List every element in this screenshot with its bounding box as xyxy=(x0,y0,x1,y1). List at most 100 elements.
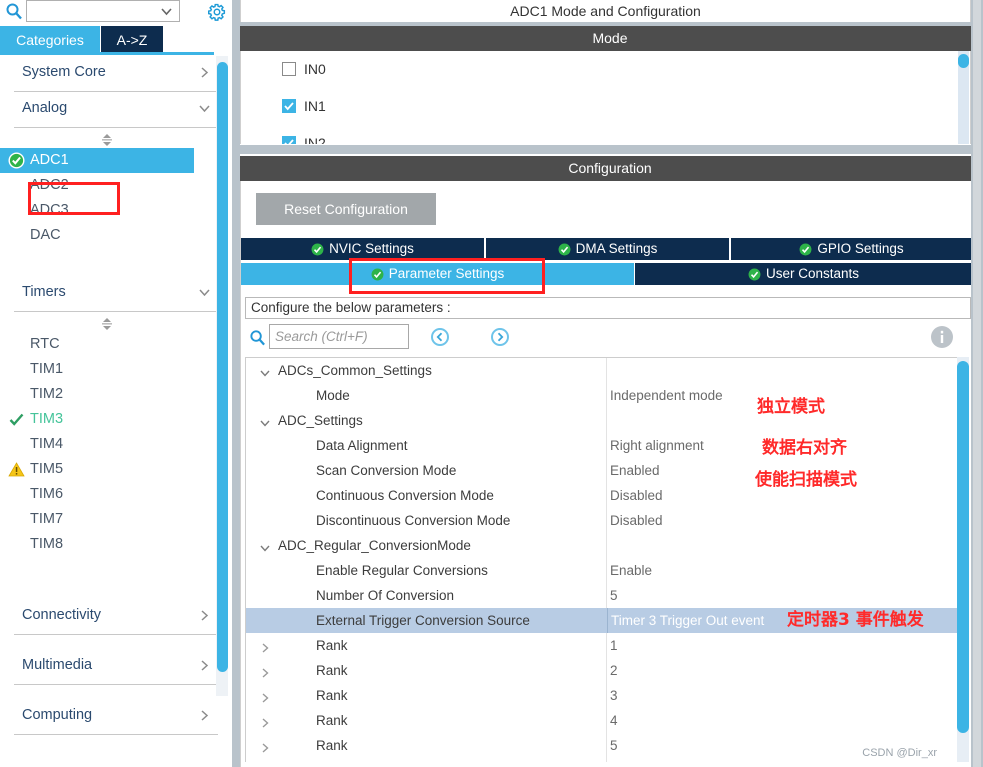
chevron-right-icon[interactable] xyxy=(197,658,212,673)
right-edge-scrollbar[interactable] xyxy=(973,0,981,767)
chevron-down-icon[interactable] xyxy=(258,538,272,552)
table-row[interactable]: Mode Independent mode xyxy=(246,383,961,408)
tab-nvic-settings[interactable]: NVIC Settings xyxy=(241,238,485,260)
tab-a-to-z[interactable]: A->Z xyxy=(101,26,163,54)
sidebar-item-tim1[interactable]: TIM1 xyxy=(0,357,232,382)
parameter-name: Rank xyxy=(316,738,348,753)
parameter-tree: ADCs_Common_Settings Mode Independent mo… xyxy=(245,357,961,762)
sidebar-item-dac[interactable]: DAC xyxy=(0,223,232,248)
sidebar-item-tim7[interactable]: TIM7 xyxy=(0,507,232,532)
sidebar-item-tim2[interactable]: TIM2 xyxy=(0,382,232,407)
checkbox-in0[interactable] xyxy=(282,62,296,76)
sidebar-group-analog[interactable]: Analog xyxy=(14,92,218,128)
sidebar-item-tim3[interactable]: TIM3 xyxy=(0,407,232,432)
reset-configuration-button[interactable]: Reset Configuration xyxy=(256,193,436,225)
table-row[interactable]: Rank 3 xyxy=(246,683,961,708)
channel-row-in1[interactable]: IN1 xyxy=(241,88,970,125)
chevron-right-icon[interactable] xyxy=(197,608,212,623)
table-row[interactable]: ADC_Injected_ConversionMode xyxy=(246,758,961,762)
parameter-name: Rank xyxy=(316,638,348,653)
parameter-scrollbar-thumb[interactable] xyxy=(957,361,969,733)
scroll-spinner-timers[interactable] xyxy=(0,318,232,332)
chevron-right-icon[interactable] xyxy=(197,65,212,80)
chevron-right-icon[interactable] xyxy=(258,738,272,753)
chevron-down-icon[interactable] xyxy=(197,285,212,300)
info-icon[interactable] xyxy=(930,325,954,349)
sidebar-group-timers[interactable]: Timers xyxy=(14,276,218,312)
chevron-down-icon[interactable] xyxy=(258,413,272,427)
chevron-right-icon[interactable] xyxy=(197,708,212,723)
group-label: Connectivity xyxy=(22,607,101,623)
parameter-value[interactable]: 1 xyxy=(607,633,958,658)
sidebar-group-computing[interactable]: Computing xyxy=(14,699,218,735)
checkbox-in1[interactable] xyxy=(282,99,296,113)
table-row[interactable]: Discontinuous Conversion Mode Disabled xyxy=(246,508,961,533)
sidebar-item-tim5[interactable]: TIM5 xyxy=(0,457,232,482)
green-check-circle-icon xyxy=(311,241,324,263)
chevron-right-icon[interactable] xyxy=(258,638,272,653)
sidebar-item-label: TIM6 xyxy=(30,486,64,502)
checkbox-in2[interactable] xyxy=(282,136,296,144)
sidebar-search-input[interactable] xyxy=(26,0,180,22)
chevron-down-icon[interactable] xyxy=(258,363,272,377)
scroll-spinner-analog[interactable] xyxy=(0,134,232,148)
table-row[interactable]: Enable Regular Conversions Enable xyxy=(246,558,961,583)
parameter-search-input[interactable]: Search (Ctrl+F) xyxy=(269,324,409,349)
table-row[interactable]: ADCs_Common_Settings xyxy=(246,358,961,383)
group-label: System Core xyxy=(22,64,106,80)
chevron-down-icon[interactable] xyxy=(160,5,173,18)
sidebar-group-connectivity[interactable]: Connectivity xyxy=(14,599,218,635)
sidebar-item-tim4[interactable]: TIM4 xyxy=(0,432,232,457)
mode-section-header: Mode xyxy=(240,26,980,51)
tab-categories[interactable]: Categories xyxy=(0,26,100,54)
sidebar-item-tim8[interactable]: TIM8 xyxy=(0,532,232,557)
tab-dma-settings[interactable]: DMA Settings xyxy=(486,238,730,260)
parameter-value[interactable]: 4 xyxy=(607,708,958,733)
sidebar-group-system-core[interactable]: System Core xyxy=(14,56,218,92)
prev-circle-icon[interactable] xyxy=(430,327,450,347)
annotation-independent-mode: 独立模式 xyxy=(757,397,825,417)
gear-icon[interactable] xyxy=(206,1,228,23)
group-label: Multimedia xyxy=(22,657,93,673)
annotation-scan-mode: 使能扫描模式 xyxy=(755,470,857,490)
channel-row-in0[interactable]: IN0 xyxy=(241,51,970,88)
parameter-value[interactable]: Disabled xyxy=(607,508,958,533)
table-row[interactable]: Rank 5 xyxy=(246,733,961,758)
green-check-circle-icon xyxy=(748,266,761,288)
chevron-right-icon[interactable] xyxy=(258,663,272,678)
annotation-timer3-trigger: 定时器3 事件触发 xyxy=(787,610,924,630)
table-row[interactable]: ADC_Settings xyxy=(246,408,961,433)
table-row[interactable]: Rank 2 xyxy=(246,658,961,683)
chevron-right-icon[interactable] xyxy=(258,713,272,728)
panel-splitter[interactable] xyxy=(232,0,240,767)
parameter-value[interactable]: Enable xyxy=(607,558,958,583)
parameter-name: ADC_Injected_ConversionMode xyxy=(278,758,471,762)
next-circle-icon[interactable] xyxy=(490,327,510,347)
channel-row-in2[interactable]: IN2 xyxy=(241,125,970,144)
parameter-name: Continuous Conversion Mode xyxy=(316,488,494,503)
sidebar-scrollbar-thumb[interactable] xyxy=(217,62,228,672)
table-row[interactable]: Data Alignment Right alignment xyxy=(246,433,961,458)
parameter-value[interactable]: 2 xyxy=(607,658,958,683)
mode-scrollbar-thumb[interactable] xyxy=(958,54,969,68)
sidebar-item-rtc[interactable]: RTC xyxy=(0,332,232,357)
sidebar-item-label: TIM7 xyxy=(30,511,64,527)
chevron-right-icon[interactable] xyxy=(258,688,272,703)
sidebar-item-adc1[interactable]: ADC1 xyxy=(0,148,194,173)
adc1-highlight-box xyxy=(28,182,120,215)
tab-user-constants[interactable]: User Constants xyxy=(635,263,972,285)
tab-gpio-settings[interactable]: GPIO Settings xyxy=(731,238,972,260)
sidebar-item-tim6[interactable]: TIM6 xyxy=(0,482,232,507)
sidebar-item-label: ADC1 xyxy=(30,152,69,168)
table-row[interactable]: ADC_Regular_ConversionMode xyxy=(246,533,961,558)
chevron-down-icon[interactable] xyxy=(197,101,212,116)
parameter-value[interactable]: 3 xyxy=(607,683,958,708)
table-row[interactable]: Rank 4 xyxy=(246,708,961,733)
table-row[interactable]: Rank 1 xyxy=(246,633,961,658)
sidebar-group-multimedia[interactable]: Multimedia xyxy=(14,649,218,685)
